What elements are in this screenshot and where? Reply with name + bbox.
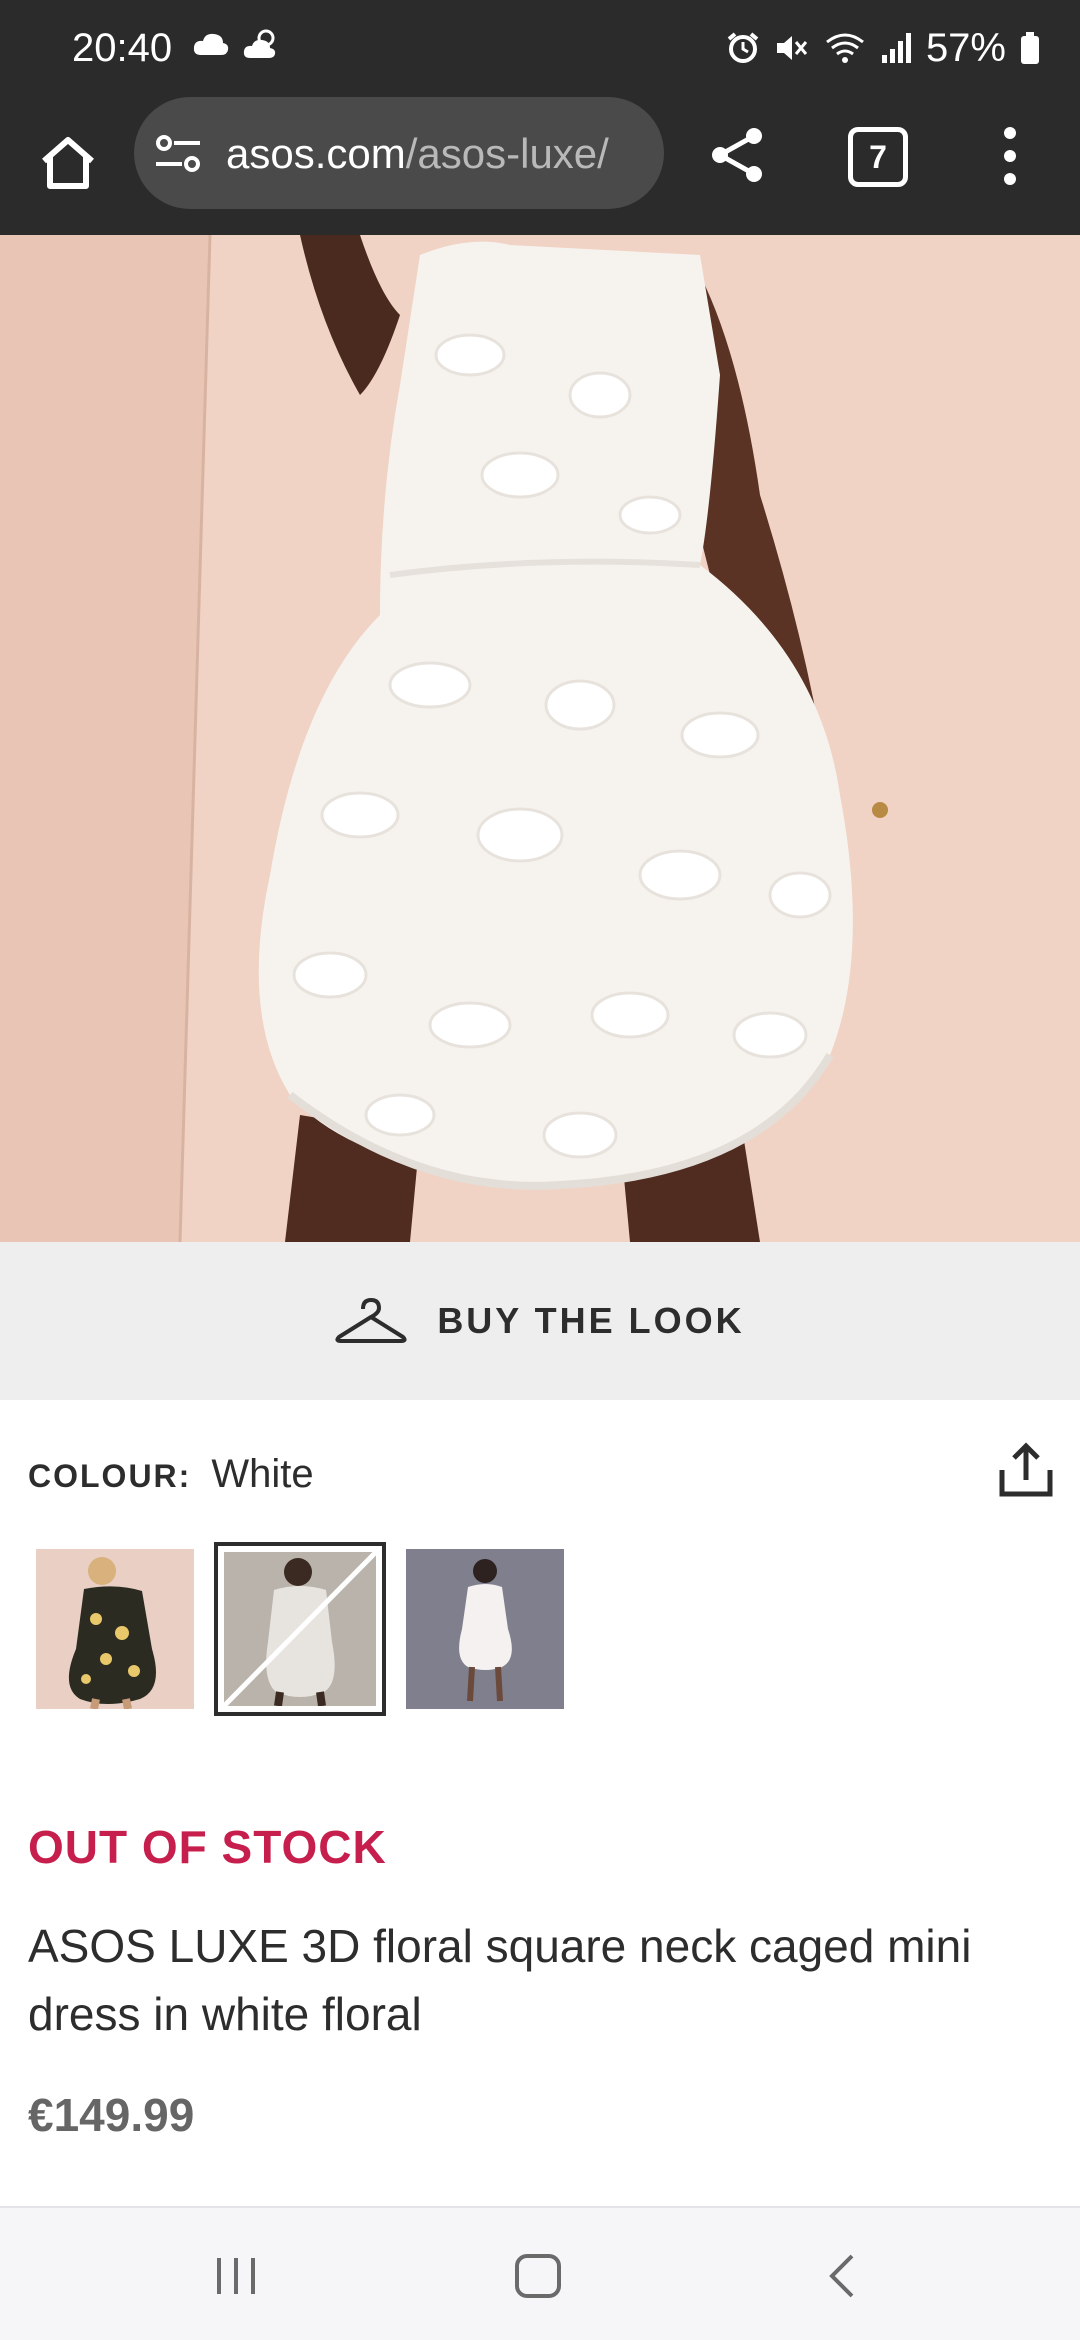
site-settings-icon[interactable] xyxy=(154,133,202,175)
cloud-icon xyxy=(193,33,229,55)
recent-apps-icon xyxy=(217,2258,255,2294)
colour-label: COLOUR: xyxy=(28,1458,192,1494)
swatch-white-alt[interactable] xyxy=(406,1549,564,1709)
wifi-icon xyxy=(826,33,864,63)
buy-the-look-button[interactable]: BUY THE LOOK xyxy=(0,1242,1080,1400)
swatch-image xyxy=(224,1552,376,1706)
product-photo xyxy=(0,235,1080,1242)
url-path: /asos-luxe/ xyxy=(405,130,609,177)
home-nav-button[interactable] xyxy=(508,2248,568,2304)
home-icon xyxy=(42,137,94,189)
url-text[interactable]: asos.com/asos-luxe/ xyxy=(226,129,646,179)
swatch-image xyxy=(36,1549,194,1709)
system-navigation-bar xyxy=(0,2206,1080,2340)
out-of-stock-label: OUT OF STOCK xyxy=(28,1821,387,1873)
overflow-menu-button[interactable] xyxy=(990,121,1030,191)
share-icon xyxy=(712,128,762,182)
back-button[interactable] xyxy=(812,2248,872,2304)
status-time: 20:40 xyxy=(72,26,173,70)
mute-icon xyxy=(776,36,808,60)
status-right: 57% xyxy=(726,24,1040,72)
product-title: ASOS LUXE 3D floral square neck caged mi… xyxy=(28,1920,972,2040)
share-product-button[interactable] xyxy=(996,1440,1060,1504)
buy-the-look-label: BUY THE LOOK xyxy=(437,1300,745,1341)
recent-apps-button[interactable] xyxy=(206,2248,266,2304)
share-page-button[interactable] xyxy=(700,117,776,193)
swatch-black-floral[interactable] xyxy=(36,1549,194,1709)
signal-icon xyxy=(881,33,911,63)
url-domain: asos.com xyxy=(226,130,406,177)
home-button[interactable] xyxy=(32,127,104,199)
product-price: €149.99 xyxy=(28,2089,195,2141)
menu-dot xyxy=(1004,127,1016,139)
colour-swatches xyxy=(36,1542,564,1716)
swatch-white-selected[interactable] xyxy=(214,1542,386,1716)
colour-value: White xyxy=(211,1452,314,1496)
alarm-icon xyxy=(727,32,759,63)
hanger-icon xyxy=(335,1298,407,1343)
menu-dot xyxy=(1004,150,1016,162)
colour-row: COLOUR: White xyxy=(28,1452,314,1497)
tab-switcher-button[interactable]: 7 xyxy=(848,127,908,187)
status-left-icons xyxy=(192,28,282,60)
swatch-inner xyxy=(224,1552,376,1706)
battery-percentage: 57% xyxy=(925,26,1006,70)
product-image[interactable] xyxy=(0,235,1080,1242)
back-icon xyxy=(829,2254,854,2298)
battery-icon xyxy=(1021,32,1039,64)
weather-icon xyxy=(243,29,276,58)
url-bar[interactable]: asos.com/asos-luxe/ xyxy=(134,97,664,209)
home-nav-icon xyxy=(515,2254,561,2298)
swatch-image xyxy=(406,1549,564,1709)
status-bar: 20:40 57% xyxy=(0,0,1080,97)
menu-dot xyxy=(1004,173,1016,185)
browser-toolbar: asos.com/asos-luxe/ 7 xyxy=(0,97,1080,235)
share-upload-icon xyxy=(999,1442,1053,1497)
